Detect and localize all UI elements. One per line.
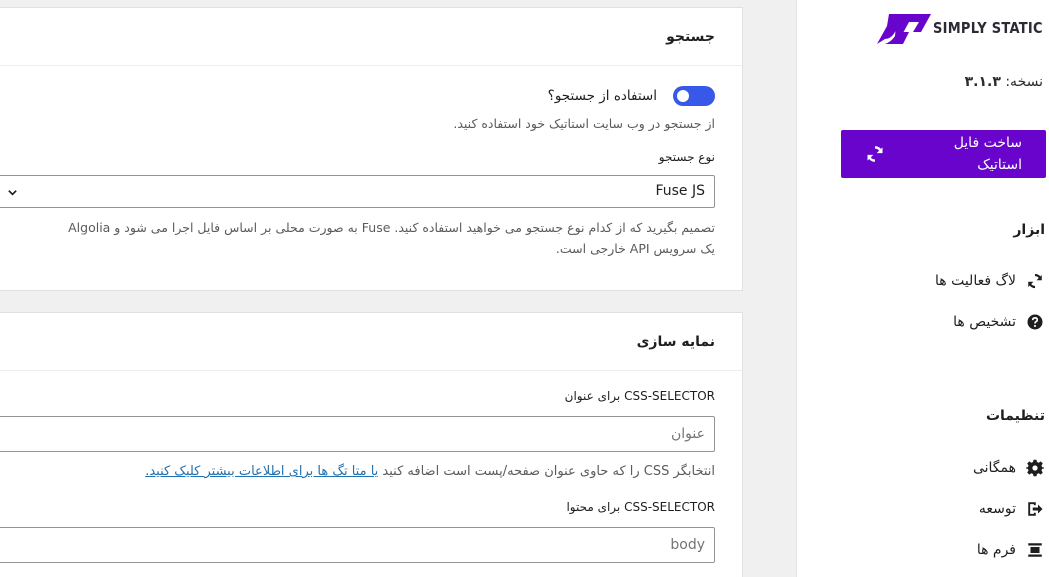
- title-selector-input[interactable]: عنوان: [0, 416, 715, 452]
- content-selector-placeholder: body: [670, 537, 705, 553]
- nav-item-diagnostics[interactable]: تشخیص ها: [953, 310, 1044, 334]
- use-search-help: از جستجو در وب سایت استاتیک خود استفاده …: [453, 116, 715, 131]
- title-selector-help-text: انتخابگر CSS را که حاوی عنوان صفحه/پست ا…: [382, 464, 715, 479]
- search-type-value: Fuse JS: [655, 183, 705, 199]
- card-title: جستجو: [0, 8, 742, 66]
- use-search-toggle[interactable]: [673, 86, 715, 106]
- gear-icon: [1026, 459, 1044, 477]
- search-type-help-line1: تصمیم بگیرید که از کدام نوع جستجو می خوا…: [68, 220, 715, 235]
- generate-button-label: ساخت فایل استاتیک: [953, 135, 1022, 173]
- nav-item-deployment[interactable]: توسعه: [979, 497, 1044, 521]
- nav-item-label: همگانی: [972, 460, 1016, 476]
- search-settings-card: جستجو استفاده از جستجو؟ از جستجو در وب س…: [0, 7, 743, 291]
- nav-item-label: لاگ فعالیت ها: [934, 273, 1016, 289]
- use-search-row: استفاده از جستجو؟: [548, 86, 715, 106]
- generate-static-files-button[interactable]: ساخت فایل استاتیک: [841, 130, 1046, 178]
- form-icon: [1028, 543, 1042, 557]
- nav-item-activity-log[interactable]: لاگ فعالیت ها: [935, 269, 1044, 293]
- version-info: نسخه: ۳.۱.۳: [965, 74, 1043, 90]
- settings-section-title: تنظیمات: [985, 408, 1045, 424]
- logo-text: SIMPLY STATIC: [933, 19, 1043, 37]
- version-label: نسخه:: [1005, 74, 1043, 90]
- tools-section-title: ابزار: [1013, 222, 1045, 238]
- search-type-label: نوع جستجو: [658, 150, 715, 164]
- chevron-down-icon: [8, 190, 17, 196]
- version-number: ۳.۱.۳: [964, 74, 1001, 90]
- help-icon: [1027, 314, 1043, 330]
- search-type-help-line2: یک سرویس API خارجی است.: [555, 241, 715, 256]
- exit-icon: [1028, 502, 1043, 516]
- indexing-settings-card: نمایه سازی CSS-SELECTOR برای عنوان عنوان…: [0, 312, 743, 577]
- nav-item-label: فرم ها: [976, 542, 1016, 558]
- use-search-label: استفاده از جستجو؟: [547, 88, 657, 104]
- content-selector-input[interactable]: body: [0, 527, 715, 563]
- settings-page: SIMPLY STATIC نسخه: ۳.۱.۳ ساخت فایل استا…: [0, 0, 1049, 577]
- nav-item-general[interactable]: همگانی: [973, 456, 1044, 480]
- nav-item-forms[interactable]: فرم ها: [977, 538, 1044, 562]
- content-selector-label: CSS-SELECTOR برای محتوا: [566, 500, 715, 514]
- sidebar: SIMPLY STATIC نسخه: ۳.۱.۳ ساخت فایل استا…: [796, 0, 1049, 577]
- title-selector-label: CSS-SELECTOR برای عنوان: [564, 389, 715, 403]
- sync-icon: [867, 146, 883, 162]
- more-info-link[interactable]: یا متا تگ ها برای اطلاعات بیشتر کلیک کنی…: [145, 464, 378, 479]
- search-type-select[interactable]: Fuse JS: [0, 175, 715, 208]
- simply-static-logo: SIMPLY STATIC: [875, 12, 1043, 46]
- nav-item-label: توسعه: [978, 501, 1016, 517]
- nav-item-label: تشخیص ها: [953, 314, 1016, 330]
- card-title: نمایه سازی: [0, 313, 742, 371]
- sync-icon: [1028, 273, 1042, 289]
- title-selector-placeholder: عنوان: [671, 426, 705, 442]
- title-selector-help: انتخابگر CSS را که حاوی عنوان صفحه/پست ا…: [145, 464, 715, 479]
